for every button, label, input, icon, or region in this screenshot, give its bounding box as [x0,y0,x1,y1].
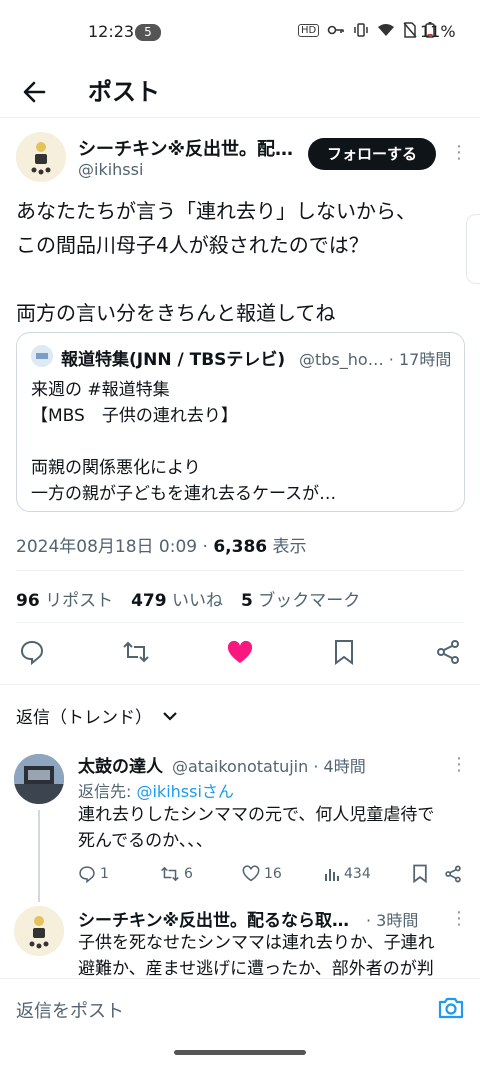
reply-text: 連れ去りしたシンママの元で、何人児童虐待で 死んでるのか、、、 [78,805,435,851]
reply-like-button[interactable]: 16 [242,865,324,882]
reply-button[interactable] [16,636,48,668]
view-count: 6,386 [213,537,268,557]
avatar-illustration-icon [16,132,66,182]
author-avatar[interactable] [16,132,66,182]
reply-bookmark-button[interactable] [412,864,444,883]
post-actions [16,636,464,668]
bookmark-icon [335,640,353,665]
divider [16,622,464,623]
reply-composer[interactable]: 返信をポスト [0,978,480,1038]
quoted-post[interactable]: 報道特集(JNN / TBSテレビ) @tbs_ho… · 17時間 来週の #… [16,332,465,512]
post-body: あなたたちが言う「連れ去り」しないから、 この間品川母子4人が殺されたのでは？ … [16,194,466,330]
reply-views-button[interactable]: 434 [324,866,412,882]
bookmark-icon [413,864,427,883]
reply-to-handle-link[interactable]: @ikihssiさん [136,782,233,801]
back-button[interactable] [16,72,56,112]
page-title: ポスト [88,78,160,106]
heart-filled-icon [227,640,253,663]
status-time: 12:23 [88,22,135,41]
wifi-icon [378,24,395,36]
camera-button[interactable] [436,993,466,1023]
share-icon [437,640,459,664]
notification-count-badge: 5 [135,24,161,41]
quoted-author-meta: @tbs_ho… · 17時間 [299,350,452,369]
reply-actions: 1 6 16 434 [78,864,464,883]
status-icons: HD [298,22,435,38]
replies-sort-dropdown[interactable]: 返信（トレンド） [16,703,178,728]
news-logo-icon [32,346,52,366]
more-options-icon[interactable]: ⋮ [450,144,468,162]
reply-icon [79,865,95,883]
divider [16,570,464,571]
share-icon [445,865,461,882]
status-bar: 12:23 5 HD 11% [0,0,480,64]
repost-count[interactable]: 96 リポスト [16,586,113,611]
side-panel-handle[interactable] [466,214,480,284]
repost-icon [123,641,149,663]
battery-percent: 11% [420,22,456,41]
repost-button[interactable] [120,636,152,668]
camera-icon [438,997,464,1019]
post-text-line: 両方の言い分をきちんと報道してね [16,301,336,325]
engagement-stats: 96 リポスト 479 いいね 5 ブックマーク [16,586,360,611]
bookmark-button[interactable] [328,636,360,668]
quoted-author-name: 報道特集(JNN / TBSテレビ) [61,350,286,370]
repost-icon [161,866,179,881]
author-handle[interactable]: @ikihssi [78,160,143,179]
post-text-line: この間品川母子4人が殺されたのでは？ [16,233,369,257]
share-button[interactable] [432,636,464,668]
view-label: 表示 [267,537,307,557]
quoted-author-avatar [31,345,53,367]
chevron-down-icon [163,711,177,721]
reply-avatar[interactable] [14,906,64,956]
divider [0,684,480,685]
reply-avatar[interactable] [14,754,64,804]
reply-author-meta: · 3時間 [366,911,419,930]
reply-more-options-icon[interactable]: ⋮ [450,910,468,928]
bookmark-count[interactable]: 5 ブックマーク [241,586,360,611]
reply-to-line: 返信先: @ikihssiさん [78,782,234,801]
follow-button[interactable]: フォローする [308,138,436,170]
thread-line [38,810,40,902]
top-bar: ポスト [0,64,480,118]
reply-author-name[interactable]: 太鼓の達人 [78,752,163,777]
sort-label: 返信（トレンド） [16,708,152,728]
vibrate-icon [354,23,368,37]
avatar-illustration-icon [14,906,64,956]
post-timestamp: 2024年08月18日 0:09 · 6,386 表示 [16,532,307,557]
back-arrow-icon [23,81,46,103]
quoted-text: 来週の #報道特集 【MBS 子供の連れ去り】 両親の関係悪化により 一方の親が… [31,380,337,504]
reply-avatar-photo-icon [14,754,64,804]
like-count[interactable]: 479 いいね [131,586,223,611]
reply-author-name[interactable]: シーチキン※反出世。配るなら取… [78,906,370,931]
reply-comment-button[interactable]: 1 [78,865,160,883]
reply-share-button[interactable] [444,865,462,883]
hd-icon: HD [298,23,320,37]
reply-repost-button[interactable]: 6 [160,865,242,883]
key-icon [327,25,345,35]
post-text-line: あなたたちが言う「連れ去り」しないから、 [16,199,416,223]
timestamp-text: 2024年08月18日 0:09 · [16,537,214,557]
reply-text: 子供を死なせたシンママは連れ去りか、子連れ 避難か、産ませ逃げに遭ったか、部外者… [78,933,435,979]
gesture-bar[interactable] [174,1050,306,1055]
reply-author-meta: @ataikonotatujin · 4時間 [172,757,366,776]
heart-icon [242,865,260,882]
reply-input-placeholder[interactable]: 返信をポスト [16,997,124,1023]
author-name[interactable]: シーチキン※反出世。配… [78,135,300,161]
like-button[interactable] [224,636,256,668]
views-icon [325,868,339,881]
no-sim-icon [403,22,417,38]
reply-more-options-icon[interactable]: ⋮ [450,756,468,774]
reply-icon [20,640,44,665]
